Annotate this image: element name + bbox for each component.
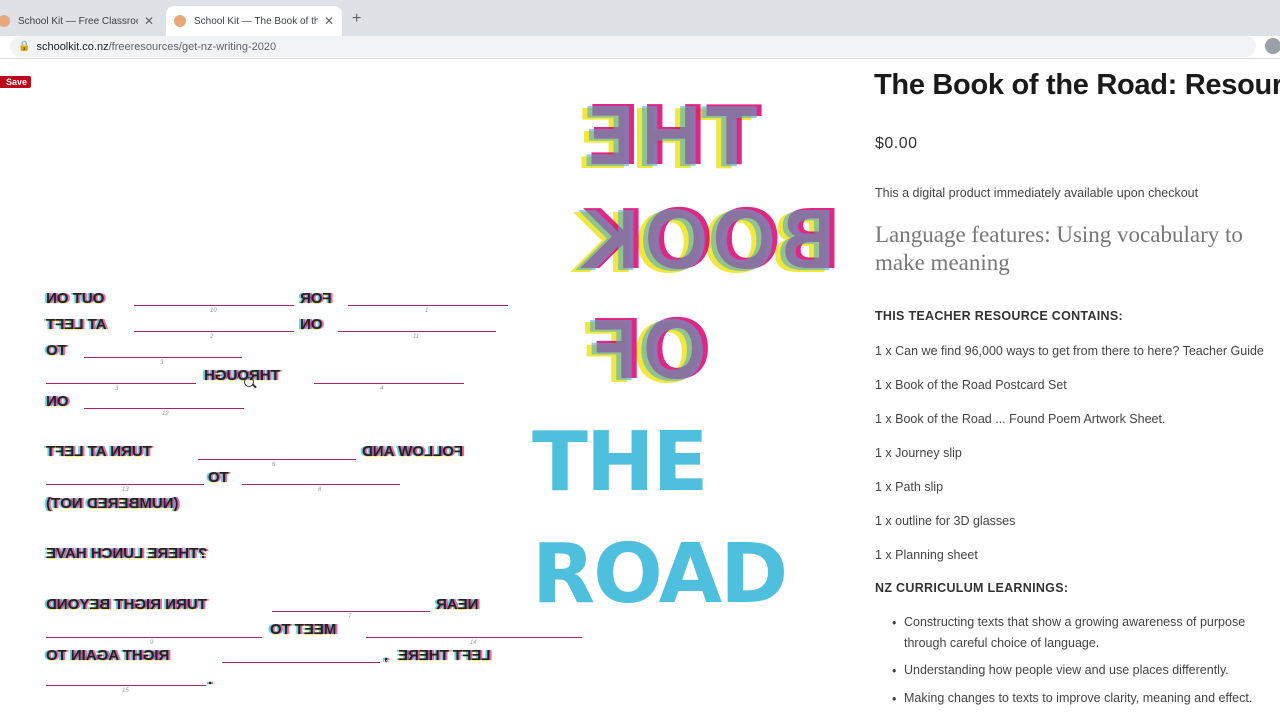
- curriculum-heading: NZ CURRICULUM LEARNINGS:: [875, 581, 1069, 595]
- art-title-the-2: THE: [532, 415, 709, 510]
- browser-toolbar: 🔒 schoolkit.co.nz/freeresources/get-nz-w…: [0, 36, 1280, 59]
- poem-number: 4: [380, 386, 384, 392]
- contains-item: 1 x Journey slip: [875, 446, 962, 460]
- poem-word: ,: [384, 647, 389, 664]
- poem-word: FOLLOW AND: [362, 443, 464, 460]
- poem-blank: [242, 484, 400, 485]
- poem-word: FOR: [300, 290, 332, 307]
- tab-free-classroom-kits[interactable]: School Kit — Free Classroom Kits ✕: [0, 6, 162, 36]
- bullet-icon: •: [892, 664, 897, 678]
- poem-word: LEFT THERE: [398, 647, 491, 664]
- new-tab-icon[interactable]: +: [352, 10, 361, 28]
- close-icon[interactable]: ✕: [144, 14, 154, 28]
- product-price: $0.00: [875, 135, 918, 152]
- product-title: The Book of the Road: Resource: [874, 69, 1280, 101]
- poem-number: 9: [150, 640, 154, 646]
- poem-word: TURN AT LEFT: [46, 443, 152, 460]
- poem-blank: [314, 383, 464, 384]
- poem-blank: [134, 331, 294, 332]
- profile-avatar-icon[interactable]: [1265, 38, 1280, 54]
- url-path: /freeresources/get-nz-writing-2020: [108, 40, 277, 53]
- poem-word: ON: [300, 316, 323, 333]
- poem-blank: [222, 662, 380, 663]
- address-bar[interactable]: 🔒 schoolkit.co.nz/freeresources/get-nz-w…: [10, 36, 1256, 57]
- curriculum-item: Understanding how people view and use pl…: [904, 663, 1229, 677]
- poem-number: 7: [348, 614, 352, 620]
- poem-number: 12: [162, 411, 169, 417]
- tab-title: School Kit — The Book of the Road: [194, 15, 318, 27]
- poem-blank: [46, 685, 206, 686]
- poem-word: TO: [46, 342, 67, 359]
- product-note: This a digital product immediately avail…: [875, 186, 1199, 200]
- lock-icon[interactable]: 🔒: [18, 41, 30, 52]
- close-icon[interactable]: ✕: [324, 14, 334, 28]
- poem-number: 6: [272, 462, 276, 468]
- poem-number: 11: [413, 334, 420, 340]
- poem-blank: [84, 408, 244, 409]
- poem-blank: [272, 611, 430, 612]
- zoom-cursor-icon: [244, 377, 254, 387]
- favicon-icon: [174, 15, 186, 27]
- art-title-the: THE THE THE: [577, 89, 762, 188]
- tab-strip: School Kit — Free Classroom Kits ✕ Schoo…: [0, 0, 1280, 36]
- poem-word: AT LEFT: [46, 316, 107, 333]
- poem-word: (NUMBERED NOT): [46, 495, 179, 512]
- url-domain: schoolkit.co.nz: [36, 40, 109, 53]
- art-title-of: OF OF OF: [580, 303, 712, 402]
- contains-item: 1 x Path slip: [875, 480, 944, 494]
- tab-book-of-the-road[interactable]: School Kit — The Book of the Road ✕: [166, 6, 342, 36]
- contains-item: 1 x Book of the Road Postcard Set: [875, 378, 1067, 392]
- favicon-icon: [0, 15, 10, 27]
- poem-number: 2: [210, 334, 214, 340]
- poem-blank: [134, 305, 294, 306]
- poem-word: .: [208, 671, 213, 688]
- page-content: Save THE THE THE BOOK BOOK BOOK OF OF OF…: [0, 59, 1280, 720]
- poem-word: ON: [46, 393, 69, 410]
- bullet-icon: •: [892, 692, 897, 706]
- contains-item: 1 x Planning sheet: [875, 548, 978, 562]
- poem-blank: [84, 357, 242, 358]
- poem-number: 3: [160, 360, 164, 366]
- bullet-icon: •: [892, 616, 897, 630]
- curriculum-item: Constructing texts that show a growing a…: [904, 615, 1246, 650]
- poem-number: 15: [122, 688, 129, 694]
- poem-number: 1: [425, 308, 429, 314]
- poem-word: OUT ON: [46, 290, 105, 307]
- poem-number: 13: [122, 487, 129, 493]
- poem-word: MEET TO: [270, 621, 337, 638]
- poem-number: 10: [210, 308, 217, 314]
- contains-item: 1 x outline for 3D glasses: [875, 514, 1016, 528]
- art-title-book: BOOK BOOK BOOK: [574, 193, 842, 292]
- poem-word: TO: [208, 469, 229, 486]
- poem-blank: [46, 637, 262, 638]
- poem-number: 3: [115, 386, 119, 392]
- poem-number: 8: [318, 487, 322, 493]
- tab-title: School Kit — Free Classroom Kits: [18, 15, 138, 27]
- poem-word: RIGHT AGAIN TO: [46, 647, 170, 664]
- contains-item: 1 x Can we find 96,000 ways to get from …: [875, 344, 1264, 358]
- contains-item: 1 x Book of the Road ... Found Poem Artw…: [875, 412, 1166, 426]
- poem-blank: [348, 305, 508, 306]
- poem-blank: [198, 459, 356, 460]
- poem-word: TURN RIGHT BEYOND: [46, 596, 207, 613]
- poem-blank: [338, 331, 496, 332]
- poem-blank: [366, 637, 582, 638]
- poem-word: ?THERE LUNCH HAVE: [46, 545, 208, 562]
- poem-blank: [46, 484, 204, 485]
- contains-heading: THIS TEACHER RESOURCE CONTAINS:: [875, 309, 1123, 323]
- poem-word: THROUGH: [204, 367, 280, 384]
- product-artwork-image[interactable]: THE THE THE BOOK BOOK BOOK OF OF OF THE …: [0, 59, 850, 720]
- curriculum-item: Making changes to texts to improve clari…: [904, 691, 1253, 705]
- poem-blank: [46, 383, 196, 384]
- product-subtitle: Language features: Using vocabulary to m…: [875, 222, 1243, 275]
- poem-number: 14: [470, 640, 477, 646]
- art-title-road: ROAD: [532, 527, 788, 622]
- poem-word: NEAR: [436, 596, 479, 613]
